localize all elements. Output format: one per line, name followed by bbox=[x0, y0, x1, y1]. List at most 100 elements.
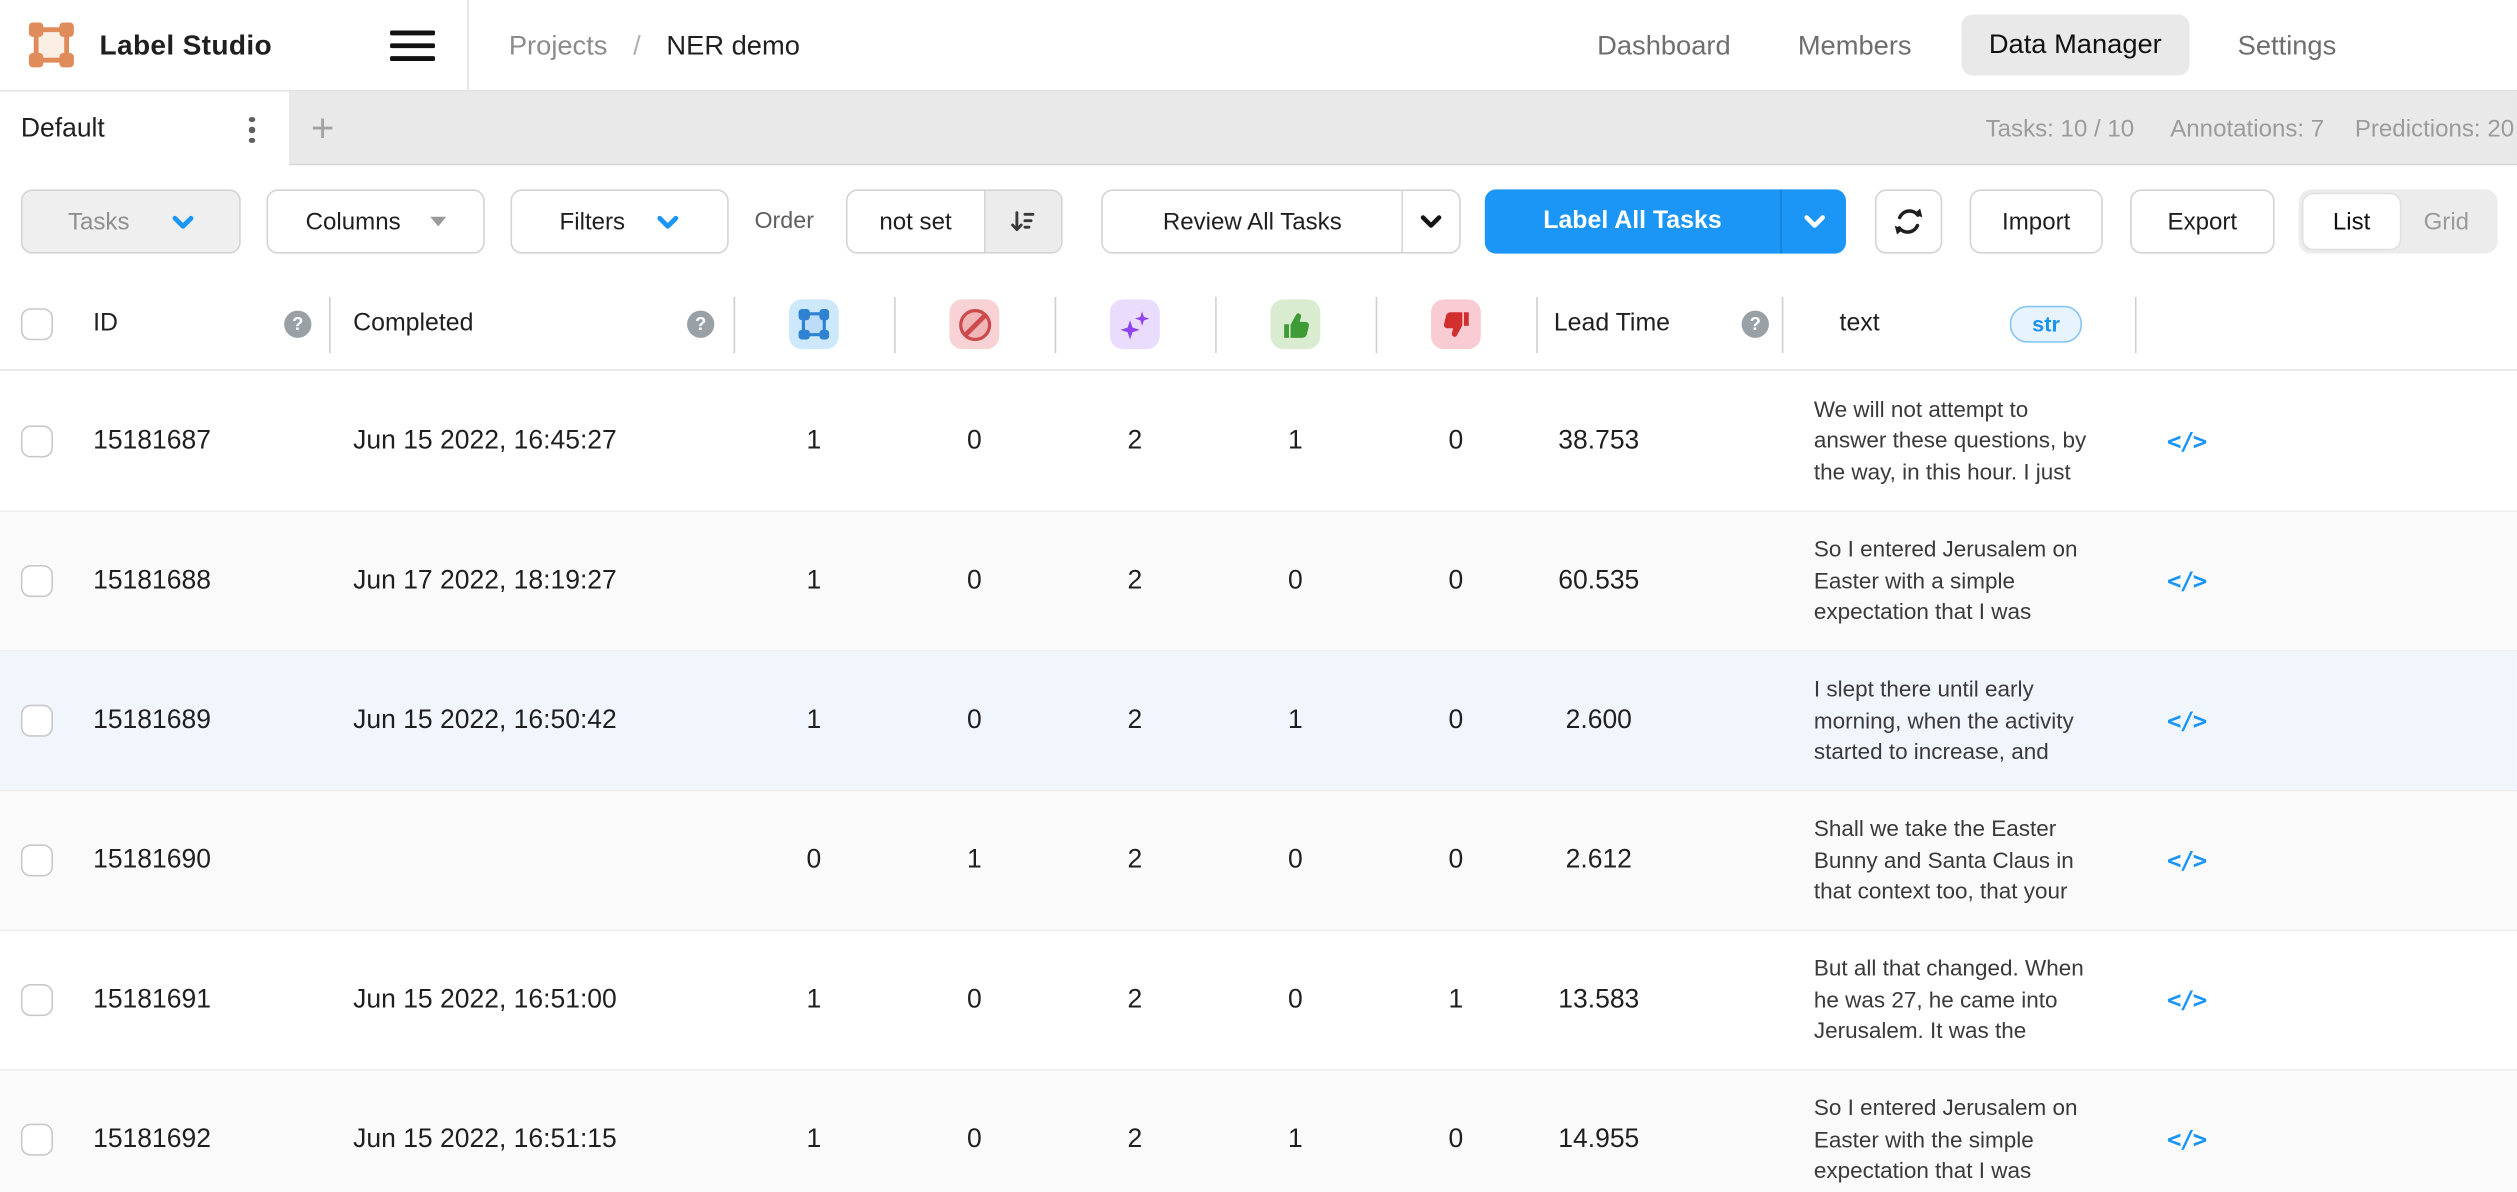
view-toggle: List Grid bbox=[2299, 189, 2498, 253]
help-icon[interactable]: ? bbox=[284, 311, 311, 338]
table-row[interactable]: 15181691 Jun 15 2022, 16:51:00 10201 13.… bbox=[0, 929, 2517, 1069]
tab-options-kebab-icon[interactable] bbox=[241, 111, 263, 150]
column-header-id[interactable]: ID bbox=[93, 310, 118, 339]
text-snippet: We will not attempt to answer these ques… bbox=[1814, 394, 2116, 488]
count-cell: 0 bbox=[894, 425, 1055, 455]
task-id: 15181687 bbox=[93, 425, 211, 455]
predictions-column-icon[interactable] bbox=[1110, 299, 1160, 349]
count-cell: 2 bbox=[1055, 1124, 1216, 1154]
table-row[interactable]: 15181692 Jun 15 2022, 16:51:15 10210 14.… bbox=[0, 1069, 2517, 1192]
count-cell: 1 bbox=[734, 1124, 895, 1154]
count-cell: 0 bbox=[1376, 845, 1537, 875]
count-cell: 1 bbox=[734, 425, 895, 455]
column-header-text[interactable]: text bbox=[1840, 310, 1880, 339]
tab-default-label: Default bbox=[21, 91, 105, 165]
order-control[interactable]: not set bbox=[846, 189, 1063, 253]
help-icon[interactable]: ? bbox=[687, 311, 714, 338]
count-cell: 2 bbox=[1055, 705, 1216, 735]
column-header-completed[interactable]: Completed bbox=[353, 310, 473, 339]
filters-dropdown-label: Filters bbox=[560, 208, 626, 235]
row-checkbox[interactable] bbox=[21, 1124, 53, 1156]
text-snippet: So I entered Jerusalem on Easter with th… bbox=[1814, 1093, 2116, 1187]
review-all-tasks-button[interactable]: Review All Tasks bbox=[1101, 189, 1461, 253]
import-button[interactable]: Import bbox=[1970, 189, 2103, 253]
nav-dashboard[interactable]: Dashboard bbox=[1597, 0, 1731, 91]
refresh-button[interactable] bbox=[1875, 189, 1942, 253]
row-checkbox[interactable] bbox=[21, 565, 53, 597]
grid-view-button[interactable]: Grid bbox=[2400, 194, 2493, 249]
row-checkbox[interactable] bbox=[21, 844, 53, 876]
table-row[interactable]: 15181690 01200 2.612 Shall we take the E… bbox=[0, 790, 2517, 930]
count-cell: 2 bbox=[1055, 566, 1216, 596]
table-row[interactable]: 15181688 Jun 17 2022, 18:19:27 10200 60.… bbox=[0, 510, 2517, 650]
review-options-chevron[interactable] bbox=[1402, 191, 1459, 252]
table-row[interactable]: 15181689 Jun 15 2022, 16:50:42 10210 2.6… bbox=[0, 650, 2517, 790]
column-divider bbox=[734, 297, 736, 353]
tasks-count: Tasks: 10 / 10 bbox=[1986, 91, 2135, 165]
row-checkbox[interactable] bbox=[21, 705, 53, 737]
help-icon[interactable]: ? bbox=[1742, 311, 1769, 338]
label-all-tasks-button[interactable]: Label All Tasks bbox=[1485, 189, 1846, 253]
count-cell: 0 bbox=[734, 845, 895, 875]
count-cell: 1 bbox=[1376, 985, 1537, 1015]
nav-data-manager[interactable]: Data Manager bbox=[1962, 14, 2190, 75]
tasks-dropdown[interactable]: Tasks bbox=[21, 189, 241, 253]
source-code-icon[interactable]: </> bbox=[2157, 986, 2215, 1015]
view-tab-bar: Default + Tasks: 10 / 10 Annotations: 7 … bbox=[0, 91, 2517, 165]
filters-dropdown[interactable]: Filters bbox=[510, 189, 728, 253]
count-cell: 0 bbox=[894, 705, 1055, 735]
column-header-lead-time[interactable]: Lead Time bbox=[1554, 310, 1670, 339]
export-label: Export bbox=[2168, 208, 2238, 235]
row-checkbox[interactable] bbox=[21, 425, 53, 457]
nav-members[interactable]: Members bbox=[1798, 0, 1912, 91]
column-divider bbox=[1055, 297, 1057, 353]
count-cell: 0 bbox=[1376, 1124, 1537, 1154]
rejected-column-icon[interactable] bbox=[1431, 299, 1481, 349]
annotations-column-icon[interactable] bbox=[789, 299, 839, 349]
accepted-column-icon[interactable] bbox=[1271, 299, 1321, 349]
count-cell: 0 bbox=[894, 1124, 1055, 1154]
thumbs-up-icon bbox=[1279, 308, 1311, 340]
count-cell: 0 bbox=[1376, 425, 1537, 455]
select-all-checkbox[interactable] bbox=[21, 308, 53, 340]
lead-time-value: 38.753 bbox=[1519, 425, 1680, 455]
order-value[interactable]: not set bbox=[848, 191, 984, 252]
source-code-icon[interactable]: </> bbox=[2157, 1125, 2215, 1154]
source-code-icon[interactable]: </> bbox=[2157, 426, 2215, 455]
nav-settings[interactable]: Settings bbox=[2238, 0, 2337, 91]
chevron-down-icon bbox=[1419, 213, 1443, 229]
chevron-down-icon bbox=[171, 214, 193, 228]
column-divider bbox=[1536, 297, 1538, 353]
table-row[interactable]: 15181687 Jun 15 2022, 16:45:27 10210 38.… bbox=[0, 371, 2517, 511]
column-divider bbox=[329, 297, 331, 353]
completed-date: Jun 15 2022, 16:51:15 bbox=[353, 1124, 617, 1154]
count-cell: 0 bbox=[1215, 845, 1376, 875]
refresh-icon bbox=[1893, 205, 1925, 237]
export-button[interactable]: Export bbox=[2130, 189, 2274, 253]
cancelled-annotations-column-icon[interactable] bbox=[949, 299, 999, 349]
count-cell: 0 bbox=[894, 566, 1055, 596]
table-header-row: ID ? Completed ? bbox=[0, 279, 2517, 370]
count-cell: 1 bbox=[734, 705, 895, 735]
source-code-icon[interactable]: </> bbox=[2157, 846, 2215, 875]
chevron-down-icon bbox=[1802, 213, 1826, 229]
source-code-icon[interactable]: </> bbox=[2157, 567, 2215, 596]
table-body: 15181687 Jun 15 2022, 16:45:27 10210 38.… bbox=[0, 371, 2517, 1192]
sort-direction-button[interactable] bbox=[984, 191, 1062, 252]
text-snippet: But all that changed. When he was 27, he… bbox=[1814, 953, 2116, 1047]
list-view-button[interactable]: List bbox=[2303, 194, 2399, 249]
app-header: Label Studio Projects / NER demo Dashboa… bbox=[0, 0, 2517, 91]
lead-time-value: 60.535 bbox=[1519, 566, 1680, 596]
tab-default[interactable]: Default bbox=[0, 91, 289, 166]
add-view-button[interactable]: + bbox=[302, 91, 344, 165]
row-checkbox[interactable] bbox=[21, 984, 53, 1016]
lead-time-value: 13.583 bbox=[1519, 985, 1680, 1015]
columns-dropdown[interactable]: Columns bbox=[266, 189, 484, 253]
sparkles-icon bbox=[1119, 308, 1151, 340]
source-code-icon[interactable]: </> bbox=[2157, 706, 2215, 735]
count-cell: 1 bbox=[1215, 705, 1376, 735]
tasks-dropdown-label: Tasks bbox=[68, 208, 130, 235]
bounding-box-icon bbox=[799, 309, 829, 339]
count-cell: 0 bbox=[894, 985, 1055, 1015]
label-options-chevron[interactable] bbox=[1780, 189, 1846, 253]
